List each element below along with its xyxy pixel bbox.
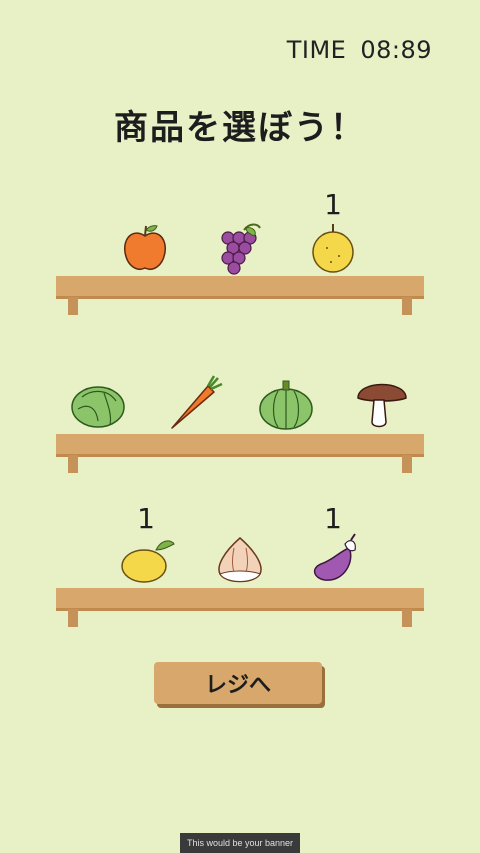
grapes-icon [221,223,261,275]
pear-icon [312,224,354,273]
pumpkin-item[interactable] [256,375,316,435]
eggplant-item[interactable] [303,530,363,590]
pear-item[interactable] [303,218,363,278]
shelf-middle [56,434,424,457]
onion-item[interactable] [210,530,270,590]
ad-banner[interactable]: This would be your banner [180,833,300,853]
cabbage-item[interactable] [68,375,128,435]
shelf-bottom [56,588,424,611]
shiitake-icon [357,383,407,428]
carrot-icon [171,375,223,429]
grapes-item[interactable] [208,218,268,278]
pear-count: 1 [324,188,342,221]
shelf-leg [68,297,78,315]
shelf-leg [402,609,412,627]
eggplant-icon [313,533,356,581]
time-value: 08:89 [360,36,432,64]
cabbage-icon [71,386,125,428]
carrot-item[interactable] [164,372,224,432]
apple-icon [124,225,166,270]
shelf-leg [402,455,412,473]
shelf-leg [68,609,78,627]
shelf-leg [402,297,412,315]
onion-icon [218,537,262,583]
lemon-item[interactable] [116,530,176,590]
shelf-leg [68,455,78,473]
page-title: 商品を選ぼう！ [114,108,366,148]
lemon-icon [121,540,175,583]
shelf-top [56,276,424,299]
shiitake-item[interactable] [352,372,412,432]
register-button[interactable]: レジへ [154,662,322,704]
timer: TIME 08:89 [287,36,432,64]
pumpkin-icon [259,380,313,430]
apple-item[interactable] [115,218,175,278]
time-label: TIME [286,36,347,64]
